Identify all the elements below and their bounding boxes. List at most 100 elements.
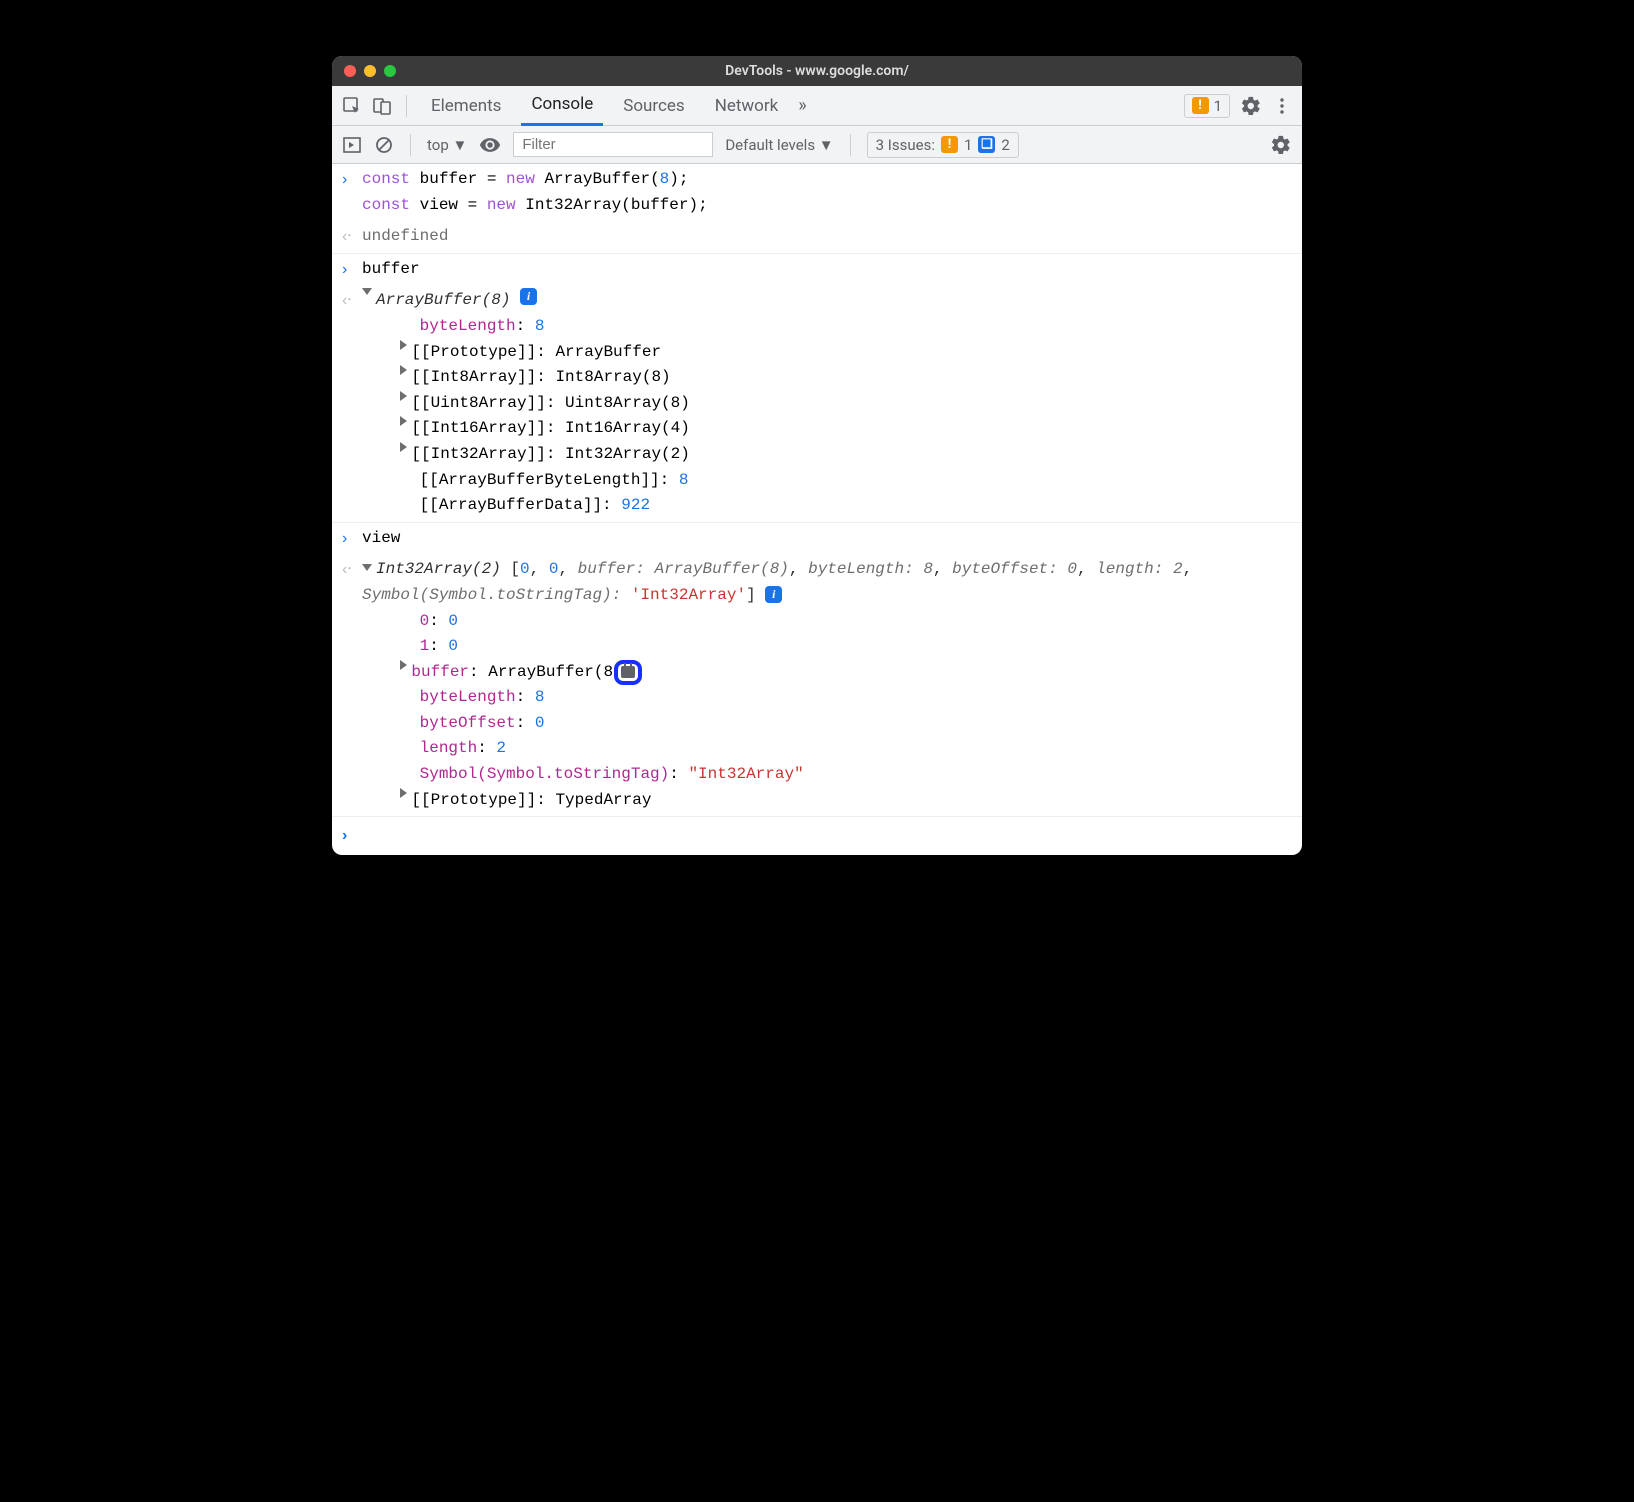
property-name: [[Int8Array]] (411, 365, 536, 391)
property-value: Int8Array(8) (555, 365, 670, 391)
object-property[interactable]: byteOffset: 0 (362, 711, 1292, 737)
code-line: buffer (362, 257, 1292, 283)
property-name: [[Uint8Array]] (411, 391, 545, 417)
info-badge-icon: ❏ (978, 136, 995, 153)
code-line: const buffer = new ArrayBuffer(8); const… (362, 167, 1292, 218)
expand-triangle-icon[interactable] (400, 340, 407, 350)
console-settings-icon[interactable] (1270, 134, 1292, 156)
clear-console-icon[interactable] (374, 135, 394, 155)
input-marker-icon: › (342, 257, 362, 283)
console-input-row: › buffer (332, 254, 1302, 286)
expand-triangle-icon[interactable] (362, 288, 372, 295)
inspect-icon[interactable] (342, 96, 362, 116)
return-marker-icon: ‹⸱ (342, 224, 362, 250)
property-name: byteLength (420, 314, 516, 340)
kebab-menu-icon[interactable] (1272, 96, 1292, 116)
input-marker-icon: › (342, 526, 362, 552)
info-icon[interactable]: i (520, 288, 537, 305)
expand-triangle-icon[interactable] (400, 788, 407, 798)
property-name: [[Int16Array]] (411, 416, 545, 442)
object-property[interactable]: 0: 0 (362, 609, 1292, 635)
expand-triangle-icon[interactable] (400, 660, 407, 670)
divider (406, 95, 407, 117)
more-tabs-icon[interactable]: » (798, 95, 806, 116)
object-property[interactable]: byteLength: 8 (362, 314, 1292, 340)
object-property[interactable]: [[Int16Array]]: Int16Array(4) (362, 416, 1292, 442)
filter-input[interactable] (513, 132, 713, 157)
warn-count: 1 (964, 136, 972, 154)
expand-triangle-icon[interactable] (400, 442, 407, 452)
tab-elements[interactable]: Elements (421, 86, 511, 126)
issue-counter[interactable]: ! 1 (1184, 94, 1230, 118)
property-value: Int16Array(4) (565, 416, 690, 442)
info-icon[interactable]: i (765, 586, 782, 603)
object-property[interactable]: [[Prototype]]: ArrayBuffer (362, 340, 1292, 366)
object-property[interactable]: [[Int32Array]]: Int32Array(2) (362, 442, 1292, 468)
minimize-button[interactable] (364, 65, 376, 77)
tab-console[interactable]: Console (521, 86, 603, 126)
property-value: "Int32Array" (688, 762, 803, 788)
divider (850, 134, 851, 156)
return-marker-icon: ‹⸱ (342, 288, 362, 518)
live-expression-icon[interactable] (479, 134, 501, 156)
property-value: 8 (535, 314, 545, 340)
object-property[interactable]: 1: 0 (362, 634, 1292, 660)
console-output[interactable]: › const buffer = new ArrayBuffer(8); con… (332, 164, 1302, 855)
log-levels-selector[interactable]: Default levels ▼ (725, 136, 833, 154)
maximize-button[interactable] (384, 65, 396, 77)
object-property[interactable]: [[ArrayBufferData]]: 922 (362, 493, 1292, 519)
settings-icon[interactable] (1240, 95, 1262, 117)
object-property[interactable]: [[Int8Array]]: Int8Array(8) (362, 365, 1292, 391)
property-name: byteLength (420, 685, 516, 711)
property-value: 922 (621, 493, 650, 519)
tab-sources[interactable]: Sources (613, 86, 694, 126)
issues-label: 3 Issues: (876, 136, 935, 154)
window-title: DevTools - www.google.com/ (332, 63, 1302, 79)
console-return-row: ‹⸱ ArrayBuffer(8) i byteLength: 8 [[Prot… (332, 285, 1302, 522)
property-value: 0 (448, 609, 458, 635)
property-value: 8 (535, 685, 545, 711)
device-toggle-icon[interactable] (372, 96, 392, 116)
traffic-lights (344, 65, 396, 77)
console-return-row: ‹⸱ Int32Array(2) [0, 0, buffer: ArrayBuf… (332, 554, 1302, 817)
issue-count: 1 (1214, 97, 1222, 115)
titlebar: DevTools - www.google.com/ (332, 56, 1302, 86)
property-value: Uint8Array(8) (565, 391, 690, 417)
object-header[interactable]: ArrayBuffer(8) i (362, 288, 1292, 314)
memory-inspector-icon[interactable] (614, 660, 642, 685)
expand-triangle-icon[interactable] (400, 391, 407, 401)
property-name: 1 (420, 634, 430, 660)
object-property[interactable]: [[Prototype]]: TypedArray (362, 788, 1292, 814)
object-property[interactable]: length: 2 (362, 736, 1292, 762)
expand-triangle-icon[interactable] (400, 365, 407, 375)
return-marker-icon: ‹⸱ (342, 557, 362, 813)
object-header[interactable]: Int32Array(2) [0, 0, buffer: ArrayBuffer… (362, 557, 1292, 608)
property-name: [[Int32Array]] (411, 442, 545, 468)
code-line: view (362, 526, 1292, 552)
sidebar-toggle-icon[interactable] (342, 135, 362, 155)
input-marker-icon: › (342, 167, 362, 218)
tab-network[interactable]: Network (705, 86, 789, 126)
object-property[interactable]: byteLength: 8 (362, 685, 1292, 711)
issues-box[interactable]: 3 Issues: ! 1 ❏ 2 (867, 132, 1019, 158)
object-property[interactable]: [[Uint8Array]]: Uint8Array(8) (362, 391, 1292, 417)
warning-badge-icon: ! (1192, 97, 1209, 114)
property-name: Symbol(Symbol.toStringTag) (420, 762, 670, 788)
console-prompt[interactable]: › (332, 817, 1302, 855)
object-property[interactable]: [[ArrayBufferByteLength]]: 8 (362, 468, 1292, 494)
console-return-row: ‹⸱ undefined (332, 221, 1302, 254)
expand-triangle-icon[interactable] (400, 416, 407, 426)
property-name: buffer (411, 660, 469, 686)
context-selector[interactable]: top ▼ (427, 136, 467, 154)
object-property[interactable]: Symbol(Symbol.toStringTag): "Int32Array" (362, 762, 1292, 788)
property-name: [[Prototype]] (411, 788, 536, 814)
property-name: [[ArrayBufferByteLength]] (420, 468, 660, 494)
property-value: 0 (448, 634, 458, 660)
property-value: 2 (496, 736, 506, 762)
object-property[interactable]: buffer: ArrayBuffer(8 (362, 660, 1292, 686)
expand-triangle-icon[interactable] (362, 564, 372, 571)
close-button[interactable] (344, 65, 356, 77)
property-name: 0 (420, 609, 430, 635)
input-marker-icon: › (342, 823, 362, 849)
main-toolbar: Elements Console Sources Network » ! 1 (332, 86, 1302, 126)
